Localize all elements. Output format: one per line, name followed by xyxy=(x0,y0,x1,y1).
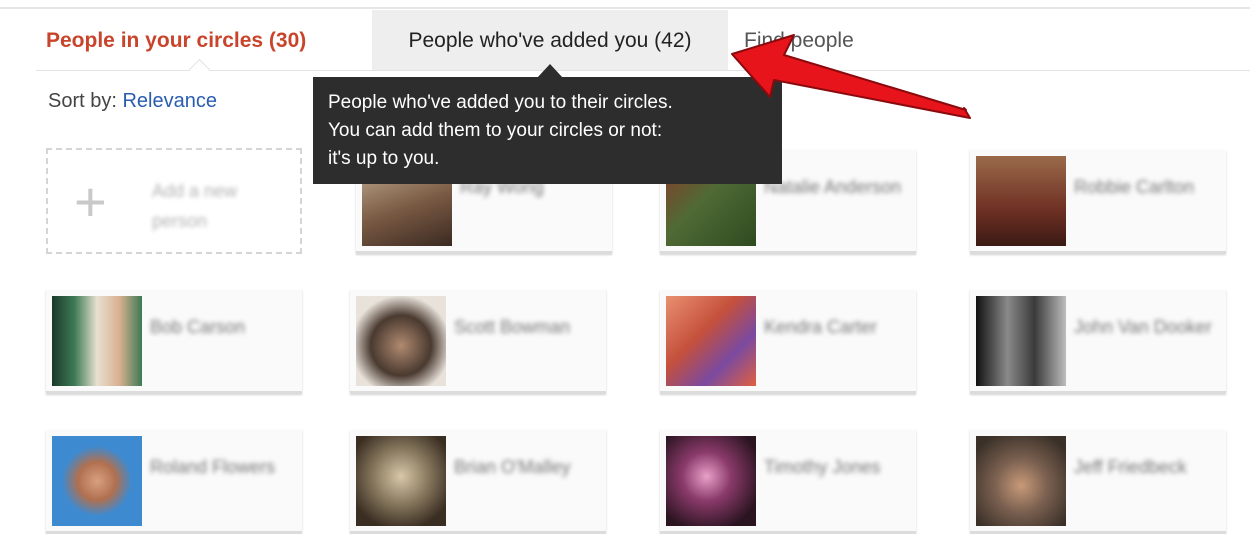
red-arrow-icon xyxy=(731,34,971,119)
top-divider xyxy=(0,7,1250,9)
person-card[interactable]: Kendra Carter xyxy=(660,290,916,394)
person-card[interactable]: Brian O'Malley xyxy=(350,430,606,534)
person-name: Roland Flowers xyxy=(150,457,276,477)
avatar xyxy=(666,296,756,386)
person-card[interactable]: Robbie Carlton xyxy=(970,150,1226,254)
avatar xyxy=(666,436,756,526)
tooltip: People who've added you to their circles… xyxy=(313,77,782,184)
person-card[interactable]: Jeff Friedbeck xyxy=(970,430,1226,534)
person-name: Kendra Carter xyxy=(764,317,878,337)
person-name: Scott Bowman xyxy=(454,317,571,337)
sort-relevance-link[interactable]: Relevance xyxy=(122,90,217,112)
avatar xyxy=(52,296,142,386)
add-person-card[interactable]: + Add a new person xyxy=(46,148,302,254)
person-card[interactable]: Roland Flowers xyxy=(46,430,302,534)
avatar xyxy=(976,156,1066,246)
person-name: Robbie Carlton xyxy=(1074,177,1195,197)
sort-bar: Sort by: Relevance xyxy=(48,90,217,113)
person-card[interactable]: Timothy Jones xyxy=(660,430,916,534)
avatar xyxy=(976,296,1066,386)
avatar xyxy=(356,296,446,386)
person-card[interactable]: Bob Carson xyxy=(46,290,302,394)
person-name: Bob Carson xyxy=(150,317,246,337)
tab-people-who-added-you[interactable]: People who've added you (42) xyxy=(372,10,728,70)
person-name: Brian O'Malley xyxy=(454,457,571,477)
tooltip-pointer xyxy=(537,64,563,78)
sort-label: Sort by: xyxy=(48,90,117,112)
person-name: Natalie Anderson xyxy=(764,177,902,197)
person-name: John Van Dooker xyxy=(1074,317,1212,337)
avatar xyxy=(356,436,446,526)
tooltip-line: You can add them to your circles or not: xyxy=(328,120,663,141)
tooltip-line: People who've added you to their circles… xyxy=(328,92,673,113)
avatar xyxy=(52,436,142,526)
avatar xyxy=(976,436,1066,526)
tab-bar: People in your circles (30) People who'v… xyxy=(36,10,1250,81)
tab-people-in-circles[interactable]: People in your circles (30) xyxy=(36,10,316,70)
person-name: Jeff Friedbeck xyxy=(1074,457,1187,477)
person-card[interactable]: John Van Dooker xyxy=(970,290,1226,394)
plus-icon: + xyxy=(74,170,107,233)
add-person-label: Add a new person xyxy=(152,181,238,231)
person-card[interactable]: Scott Bowman xyxy=(350,290,606,394)
person-name: Timothy Jones xyxy=(764,457,881,477)
tooltip-line: it's up to you. xyxy=(328,148,440,169)
